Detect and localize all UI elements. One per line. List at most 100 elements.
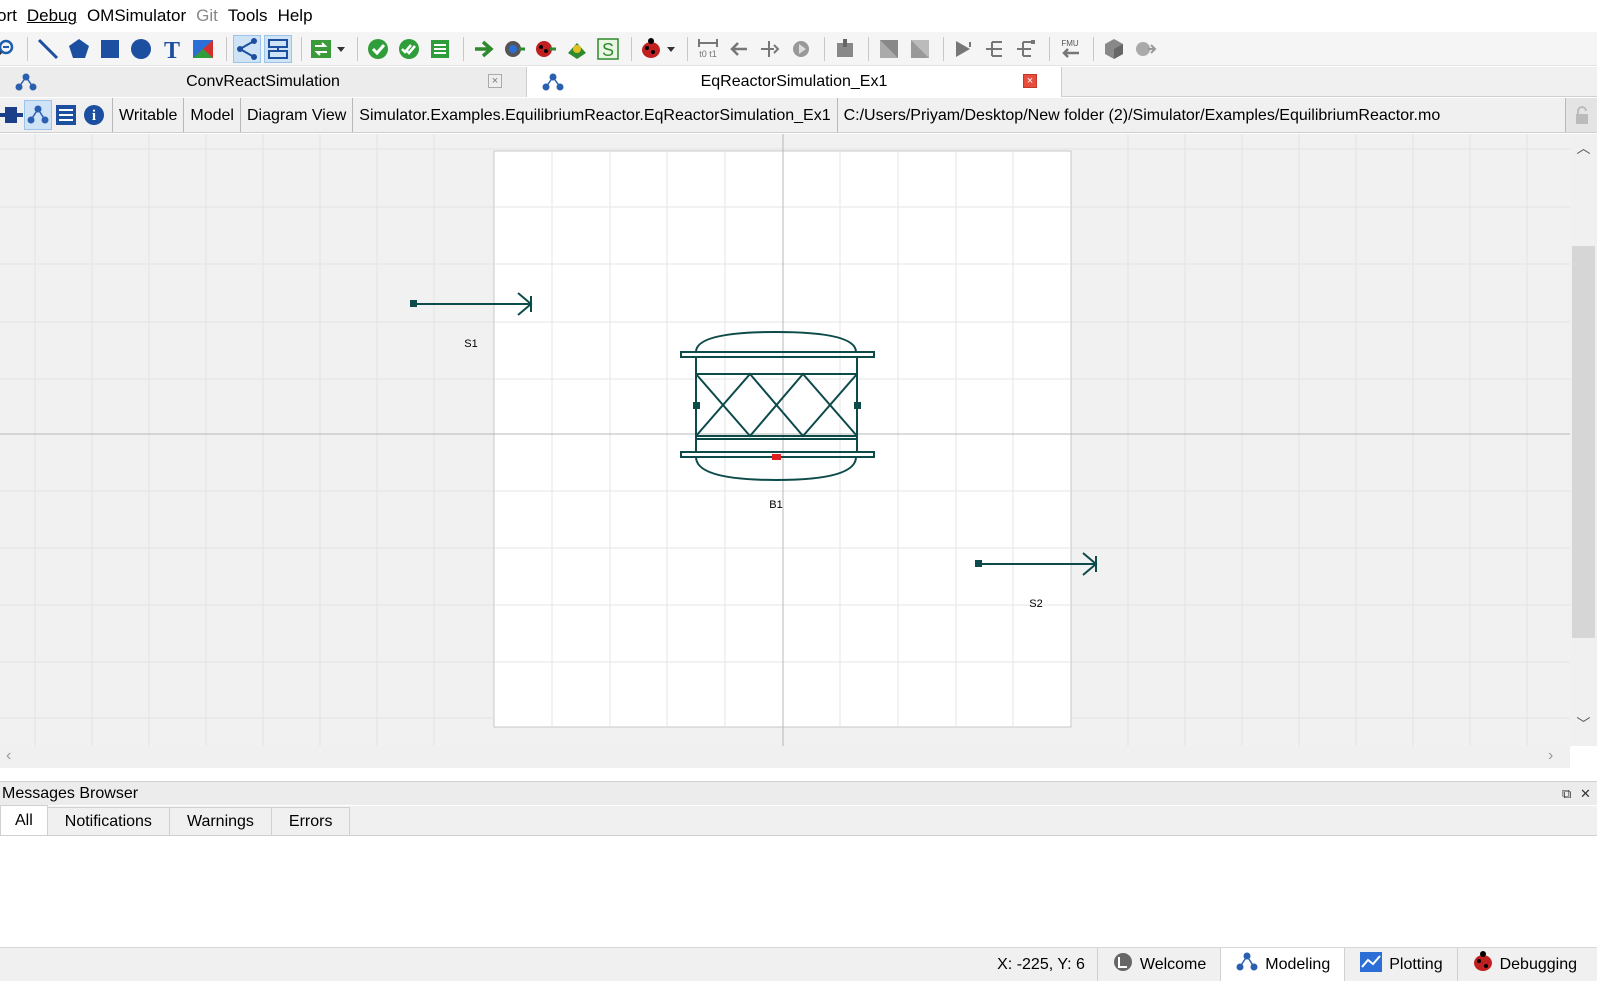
3d-viewer-icon[interactable] [1100, 35, 1128, 63]
svg-text:T: T [164, 38, 180, 61]
text-tool-icon[interactable]: T [158, 35, 186, 63]
restriction-label: Model [183, 98, 240, 132]
reactor-inlet-port[interactable] [693, 402, 700, 409]
messages-browser-label: Messages Browser [2, 785, 139, 802]
chevron-right-icon[interactable]: › [1548, 747, 1553, 765]
reactor-energy-port[interactable] [772, 454, 781, 460]
run-script-icon[interactable] [1131, 35, 1159, 63]
add-connector-icon[interactable] [950, 35, 978, 63]
svg-text:t0 t1: t0 t1 [699, 49, 717, 59]
zoom-out-icon[interactable] [0, 35, 18, 63]
float-icon[interactable]: ⧉ [1562, 782, 1571, 806]
line-tool-icon[interactable] [34, 35, 62, 63]
messages-list[interactable] [0, 836, 1597, 948]
connect-mode-icon[interactable] [233, 34, 261, 63]
welcome-icon [1112, 951, 1134, 978]
menu-bar: ort Debug OMSimulator Git Tools Help [0, 0, 1597, 32]
tab-label: ConvReactSimulation [186, 73, 340, 90]
add-bus-icon[interactable] [906, 35, 934, 63]
add-submodel-icon[interactable] [875, 35, 903, 63]
perspective-modeling[interactable]: Modeling [1220, 948, 1345, 981]
horizontal-scrollbar[interactable]: ‹ › [0, 746, 1570, 768]
menu-export[interactable]: ort [0, 0, 22, 32]
menu-debug[interactable]: Debug [22, 0, 82, 32]
add-tlm-bus-icon[interactable] [1012, 35, 1040, 63]
play-animation-icon[interactable] [787, 35, 815, 63]
tab-errors[interactable]: Errors [270, 807, 351, 835]
file-path-label: C:/Users/Priyam/Desktop/New folder (2)/S… [836, 98, 1447, 132]
import-fmu-icon[interactable]: FMU [1056, 35, 1084, 63]
reactor-outlet-port[interactable] [854, 402, 861, 409]
simulate-icon[interactable] [470, 35, 498, 63]
perspective-plotting[interactable]: Plotting [1344, 948, 1456, 981]
fit-to-time-icon[interactable]: t0 t1 [694, 35, 722, 63]
main-toolbar: T S t0 t1 FMU [0, 32, 1597, 66]
debug-icon[interactable] [638, 35, 678, 63]
simulate-with-animation-icon[interactable] [563, 35, 591, 63]
tab-convreactsimulation[interactable]: ConvReactSimulation × [0, 67, 526, 97]
chevron-down-icon[interactable]: ﹀ [1570, 714, 1597, 734]
check-all-models-icon[interactable] [395, 35, 423, 63]
svg-text:i: i [92, 108, 96, 124]
close-icon[interactable]: ✕ [1580, 782, 1591, 806]
debugging-icon [1472, 951, 1494, 978]
perspective-label: Debugging [1499, 955, 1577, 973]
messages-browser-title: Messages Browser ⧉ ✕ [0, 781, 1597, 805]
close-icon[interactable]: × [488, 74, 502, 88]
tab-warnings[interactable]: Warnings [168, 807, 272, 835]
diagram-view-icon[interactable] [24, 100, 52, 130]
vertical-scrollbar[interactable]: ︿ ﹀ [1570, 134, 1597, 746]
tab-label: EqReactorSimulation_Ex1 [700, 73, 888, 90]
documentation-view-icon[interactable]: i [80, 100, 108, 130]
model-info-bar: i Writable Model Diagram View Simulator.… [0, 98, 1597, 133]
perspective-label: Modeling [1265, 955, 1331, 973]
close-icon[interactable]: × [1023, 74, 1037, 88]
tab-eqreactorsimulation-ex1[interactable]: EqReactorSimulation_Ex1 × [526, 67, 1062, 97]
perspective-debugging[interactable]: Debugging [1456, 948, 1597, 981]
instantiate-icon[interactable] [308, 35, 348, 63]
previous-step-icon[interactable] [725, 35, 753, 63]
step-icon[interactable] [756, 35, 784, 63]
diagram-canvas[interactable]: S1 B1 S2 [0, 134, 1570, 746]
menu-git[interactable]: Git [191, 0, 223, 32]
simulation-setup-icon[interactable]: S [594, 35, 622, 63]
lock-icon[interactable] [1565, 98, 1597, 132]
transition-mode-icon[interactable] [264, 34, 292, 63]
svg-text:S: S [602, 40, 614, 60]
text-view-icon[interactable] [52, 100, 80, 130]
cursor-coordinates: X: -225, Y: 6 [997, 955, 1085, 973]
simulate-with-algorithmic-debugger-icon[interactable] [532, 35, 560, 63]
view-type-label: Diagram View [239, 98, 352, 132]
menu-help[interactable]: Help [273, 0, 318, 32]
tab-all[interactable]: All [0, 805, 48, 835]
modeling-icon [1235, 951, 1259, 978]
access-label: Writable [112, 98, 183, 132]
bitmap-tool-icon[interactable] [189, 35, 217, 63]
svg-text:FMU: FMU [1061, 39, 1079, 48]
rectangle-tool-icon[interactable] [96, 35, 124, 63]
tab-notifications[interactable]: Notifications [46, 807, 170, 835]
chevron-left-icon[interactable]: ‹ [6, 747, 11, 765]
menu-omsimulator[interactable]: OMSimulator [82, 0, 191, 32]
component-label-s2: S2 [1029, 598, 1042, 610]
menu-tools[interactable]: Tools [223, 0, 273, 32]
ellipse-tool-icon[interactable] [127, 35, 155, 63]
perspective-label: Plotting [1389, 955, 1443, 973]
instantiate-model-icon[interactable] [426, 35, 454, 63]
icon-view-icon[interactable] [0, 100, 24, 130]
diagram-svg: S1 B1 S2 [0, 134, 1570, 746]
add-bus-connector-icon[interactable] [981, 35, 1009, 63]
polygon-tool-icon[interactable] [65, 35, 93, 63]
messages-tabs: All Notifications Warnings Errors [0, 805, 1597, 836]
perspective-label: Welcome [1139, 955, 1207, 973]
check-model-icon[interactable] [364, 35, 392, 63]
plotting-icon [1359, 951, 1383, 978]
chevron-up-icon[interactable]: ︿ [1570, 138, 1597, 158]
scroll-thumb[interactable] [1572, 246, 1595, 638]
simulate-with-transformational-debugger-icon[interactable] [501, 35, 529, 63]
add-system-icon[interactable] [831, 35, 859, 63]
perspective-welcome[interactable]: Welcome [1096, 948, 1220, 981]
status-bar: X: -225, Y: 6 Welcome Modeling Plotting … [0, 948, 1597, 981]
model-tabs: ConvReactSimulation × EqReactorSimulatio… [0, 67, 1597, 97]
component-label-s1: S1 [464, 338, 477, 350]
